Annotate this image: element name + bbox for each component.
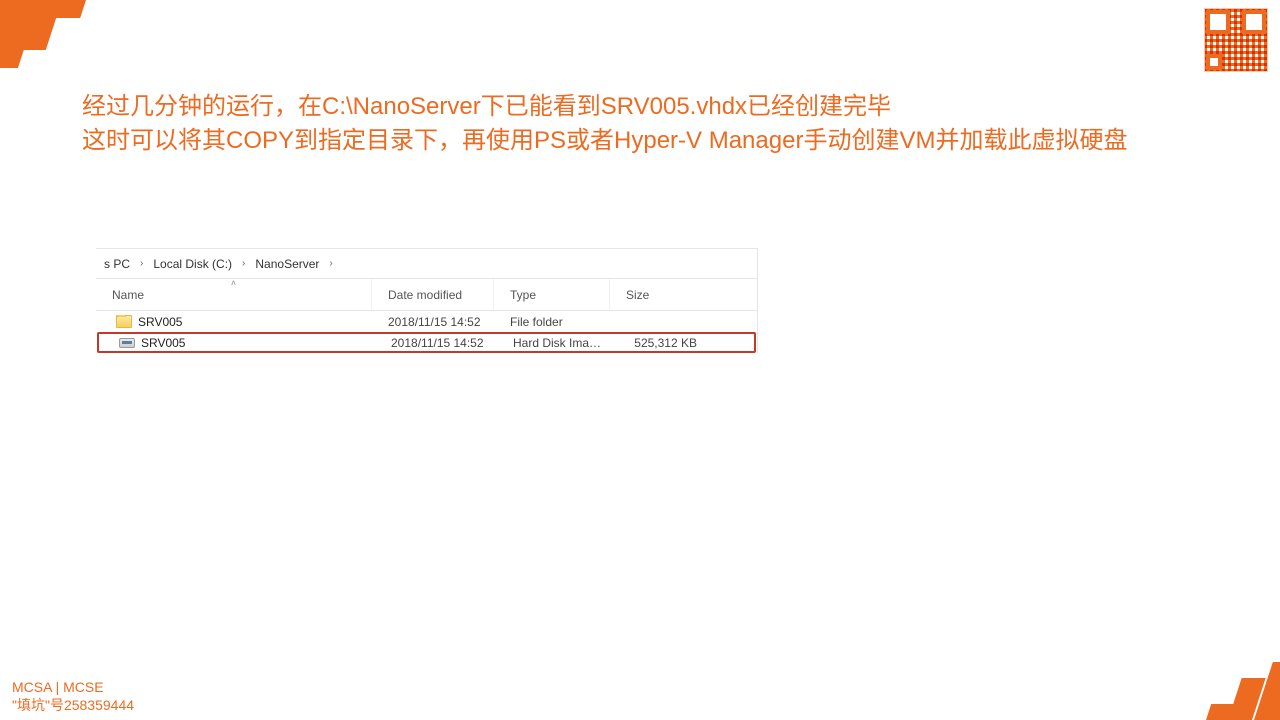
file-name: SRV005: [141, 336, 185, 350]
column-header-date-label: Date modified: [388, 288, 462, 302]
column-header-name[interactable]: Name ˄: [96, 279, 372, 310]
brand-logo-top-left: [0, 0, 100, 70]
column-header-date[interactable]: Date modified: [372, 279, 494, 310]
file-type: File folder: [494, 315, 610, 329]
heading-line-1: 经过几分钟的运行，在C:\NanoServer下已能看到SRV005.vhdx已…: [82, 90, 1160, 124]
column-header-type[interactable]: Type: [494, 279, 610, 310]
breadcrumb-drive-c[interactable]: Local Disk (C:): [151, 257, 234, 271]
sort-ascending-icon: ˄: [231, 278, 236, 288]
file-size: 525,312 KB: [613, 336, 709, 350]
slide-footer: MCSA | MCSE "填坑"号258359444: [12, 678, 134, 714]
column-header-type-label: Type: [510, 288, 536, 302]
chevron-right-icon: ›: [136, 258, 147, 269]
column-header-size-label: Size: [626, 288, 649, 302]
column-header-size[interactable]: Size: [610, 279, 706, 310]
file-row[interactable]: SRV005 2018/11/15 14:52 File folder: [96, 311, 757, 332]
slide-heading: 经过几分钟的运行，在C:\NanoServer下已能看到SRV005.vhdx已…: [82, 90, 1160, 157]
file-date: 2018/11/15 14:52: [375, 336, 497, 350]
file-name: SRV005: [138, 315, 182, 329]
chevron-right-icon: ›: [325, 258, 336, 269]
disk-image-icon: [119, 338, 135, 348]
chevron-right-icon: ›: [238, 258, 249, 269]
file-rows: SRV005 2018/11/15 14:52 File folder SRV0…: [96, 311, 757, 353]
footer-line-2: "填坑"号258359444: [12, 696, 134, 714]
file-row[interactable]: SRV005 2018/11/15 14:52 Hard Disk Image …: [97, 332, 756, 353]
file-explorer-panel: s PC › Local Disk (C:) › NanoServer › Na…: [96, 248, 758, 353]
breadcrumb[interactable]: s PC › Local Disk (C:) › NanoServer ›: [96, 249, 757, 279]
file-type: Hard Disk Image F...: [497, 336, 613, 350]
column-header-name-label: Name: [112, 288, 144, 302]
brand-logo-bottom-right: [1190, 660, 1280, 720]
footer-line-1: MCSA | MCSE: [12, 678, 134, 696]
qr-code: [1202, 6, 1270, 74]
breadcrumb-nanoserver[interactable]: NanoServer: [253, 257, 321, 271]
breadcrumb-pc[interactable]: s PC: [102, 257, 132, 271]
folder-icon: [116, 315, 132, 328]
column-headers: Name ˄ Date modified Type Size: [96, 279, 757, 311]
file-date: 2018/11/15 14:52: [372, 315, 494, 329]
heading-line-2: 这时可以将其COPY到指定目录下，再使用PS或者Hyper-V Manager手…: [82, 124, 1160, 158]
